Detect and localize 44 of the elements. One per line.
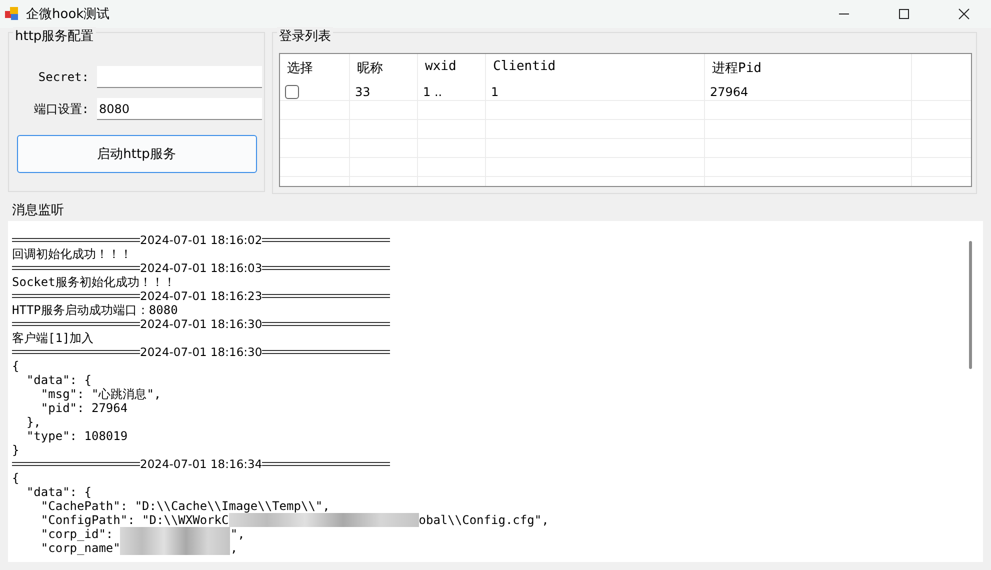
window-title: 企微hook测试 <box>26 6 111 23</box>
log-line: "corp_id": <box>40 527 114 541</box>
scrollbar-thumb[interactable] <box>969 241 972 369</box>
log-line: { <box>12 471 20 485</box>
log-line: } <box>12 443 20 457</box>
log-line: "CachePath": "D:\\Cache\\Image\\Temp\\", <box>40 499 330 513</box>
log-line: Socket服务初始化成功！！！ <box>12 274 176 290</box>
log-line: "msg": "心跳消息", <box>40 386 162 402</box>
close-icon <box>958 8 970 20</box>
log-timestamp: 2024-07-01 18:16:23 <box>140 289 262 303</box>
log-timestamp: 2024-07-01 18:16:03 <box>140 261 262 275</box>
log-timestamp: 2024-07-01 18:16:34 <box>140 457 262 471</box>
table-cell: 1 .. <box>423 84 442 98</box>
port-field[interactable]: 8080 <box>97 98 262 120</box>
log-line: "pid": 27964 <box>40 401 128 415</box>
field-label: 端口设置: <box>32 100 89 118</box>
secret-field[interactable] <box>97 66 262 88</box>
app-icon <box>4 6 20 22</box>
log-line: ", <box>230 527 245 541</box>
group-title: 登录列表 <box>277 27 333 45</box>
log-timestamp: 2024-07-01 18:16:30 <box>140 317 262 331</box>
table-cell: 33 <box>355 84 370 98</box>
table-cell: 1 <box>491 84 499 98</box>
log-line: "corp_name" <box>40 541 120 555</box>
log-line: }, <box>25 415 41 429</box>
group-title: 消息监听 <box>12 202 65 219</box>
log-line: 回调初始化成功！！！ <box>12 246 132 262</box>
log-line: "data": { <box>25 373 92 387</box>
log-timestamp: 2024-07-01 18:16:02 <box>140 233 262 247</box>
table-cell: 27964 <box>710 84 748 98</box>
group-title: http服务配置 <box>13 27 96 45</box>
log-line: { <box>12 359 20 373</box>
log-line: "ConfigPath": "D:\\WXWorkC <box>40 513 229 527</box>
log-line: "data": { <box>25 485 92 499</box>
log-line: "type": 108019 <box>25 429 128 443</box>
log-line: , <box>230 541 238 555</box>
maximize-icon <box>898 8 910 20</box>
log-line: HTTP服务启动成功端口：8080 <box>12 302 178 318</box>
log-timestamp: 2024-07-01 18:16:30 <box>140 345 262 359</box>
start-http-button[interactable]: 启动http服务 <box>16 135 256 173</box>
log-line: obal\\Config.cfg", <box>418 513 549 527</box>
field-label: Secret: <box>37 70 89 84</box>
row-checkbox[interactable] <box>285 84 299 98</box>
log-line: 客户端[1]加入 <box>12 330 94 346</box>
